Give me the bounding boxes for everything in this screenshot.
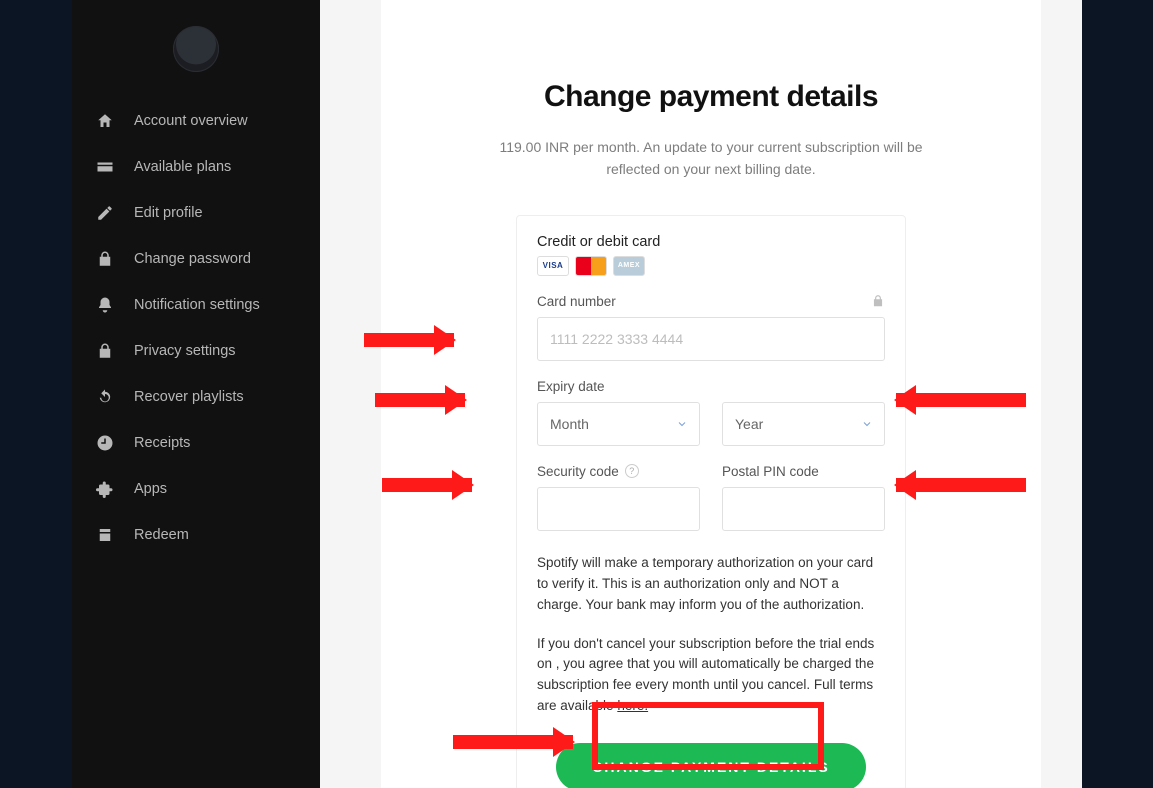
expiry-year-select[interactable]: Year: [722, 402, 885, 446]
sidebar: Account overview Available plans Edit pr…: [72, 0, 320, 788]
payment-method-label: Credit or debit card: [537, 234, 885, 250]
lock-icon: [96, 342, 114, 360]
avatar-container: [72, 12, 320, 98]
sidebar-item-label: Redeem: [134, 527, 189, 543]
card-icon: [96, 158, 114, 176]
home-icon: [96, 112, 114, 130]
sidebar-item-label: Apps: [134, 481, 167, 497]
sidebar-item-label: Recover playlists: [134, 389, 244, 405]
sidebar-nav: Account overview Available plans Edit pr…: [72, 98, 320, 558]
card-number-label: Card number: [537, 294, 616, 309]
sidebar-item-account-overview[interactable]: Account overview: [72, 98, 320, 144]
main-area: Change payment details 119.00 INR per mo…: [320, 0, 1082, 788]
page-subtitle: 119.00 INR per month. An update to your …: [431, 136, 991, 181]
annotation-arrow: [896, 478, 1026, 492]
expiry-year-wrap: Year: [722, 402, 885, 446]
refresh-icon: [96, 388, 114, 406]
expiry-month-select[interactable]: Month: [537, 402, 700, 446]
postal-code-label: Postal PIN code: [722, 464, 885, 479]
disclaimer-authorization: Spotify will make a temporary authorizat…: [537, 553, 885, 616]
bell-icon: [96, 296, 114, 314]
pencil-icon: [96, 204, 114, 222]
card-number-input[interactable]: [537, 317, 885, 361]
security-code-label: Security code: [537, 464, 619, 479]
sidebar-item-label: Receipts: [134, 435, 190, 451]
page-gutter-left: [0, 0, 55, 788]
card-brand-row: VISA AMEX: [537, 256, 885, 276]
sidebar-item-label: Edit profile: [134, 205, 203, 221]
clock-icon: [96, 434, 114, 452]
redeem-icon: [96, 526, 114, 544]
avatar[interactable]: [173, 26, 219, 72]
sidebar-item-label: Account overview: [134, 113, 248, 129]
sidebar-item-receipts[interactable]: Receipts: [72, 420, 320, 466]
sidebar-item-label: Privacy settings: [134, 343, 236, 359]
annotation-arrow: [453, 735, 573, 749]
annotation-arrow: [896, 393, 1026, 407]
sidebar-item-redeem[interactable]: Redeem: [72, 512, 320, 558]
sidebar-item-notification-settings[interactable]: Notification settings: [72, 282, 320, 328]
mastercard-icon: [575, 256, 607, 276]
sidebar-item-recover-playlists[interactable]: Recover playlists: [72, 374, 320, 420]
security-code-input[interactable]: [537, 487, 700, 531]
sidebar-item-label: Available plans: [134, 159, 231, 175]
sidebar-item-apps[interactable]: Apps: [72, 466, 320, 512]
sidebar-item-available-plans[interactable]: Available plans: [72, 144, 320, 190]
help-icon[interactable]: ?: [625, 464, 639, 478]
sidebar-item-label: Notification settings: [134, 297, 260, 313]
annotation-highlight-box: [592, 702, 824, 770]
lock-icon: [96, 250, 114, 268]
sidebar-item-edit-profile[interactable]: Edit profile: [72, 190, 320, 236]
puzzle-icon: [96, 480, 114, 498]
sidebar-item-change-password[interactable]: Change password: [72, 236, 320, 282]
expiry-label: Expiry date: [537, 379, 885, 394]
sidebar-item-privacy-settings[interactable]: Privacy settings: [72, 328, 320, 374]
page-title: Change payment details: [431, 80, 991, 114]
app-shell: Account overview Available plans Edit pr…: [72, 0, 1082, 788]
sidebar-item-label: Change password: [134, 251, 251, 267]
postal-code-input[interactable]: [722, 487, 885, 531]
expiry-month-wrap: Month: [537, 402, 700, 446]
amex-icon: AMEX: [613, 256, 645, 276]
page-gutter-right: [1098, 0, 1153, 788]
annotation-arrow: [364, 333, 454, 347]
lock-icon: [871, 294, 885, 308]
annotation-arrow: [375, 393, 465, 407]
visa-icon: VISA: [537, 256, 569, 276]
annotation-arrow: [382, 478, 472, 492]
